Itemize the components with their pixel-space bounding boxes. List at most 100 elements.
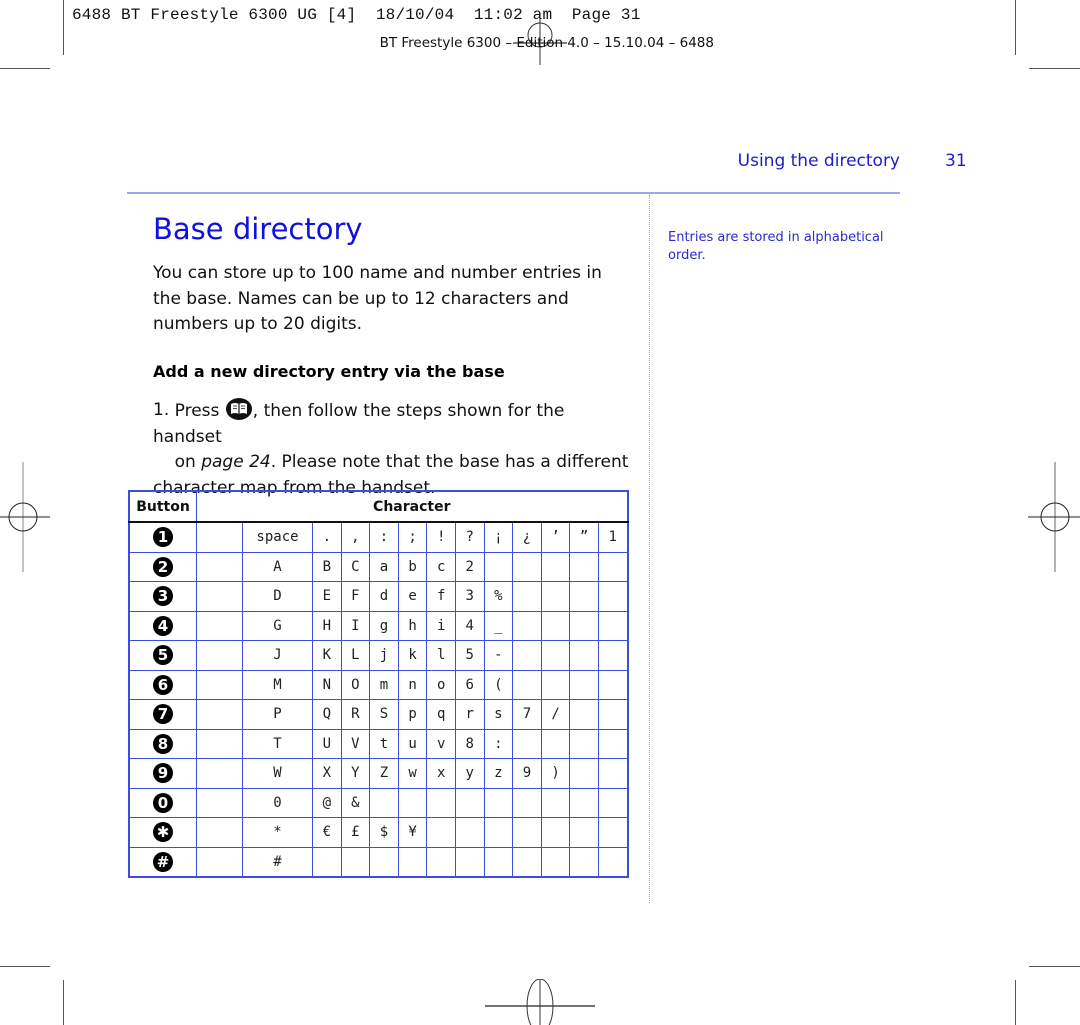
- character-cell: 8: [454, 728, 485, 759]
- print-slug: 6488 BT Freestyle 6300 UG [4] 18/10/04 1…: [72, 6, 641, 24]
- table-row: 2ABCabc2: [128, 551, 629, 582]
- character-cell: /: [540, 699, 571, 730]
- character-cell: 3: [454, 581, 485, 612]
- character-cell: [569, 758, 599, 789]
- character-cell: %: [483, 581, 514, 612]
- character-cell: s: [483, 699, 514, 730]
- character-cell: 6: [454, 669, 485, 700]
- table-row: 3 D E Fd e f 3%: [128, 581, 629, 612]
- character-cell: T: [242, 728, 313, 759]
- key-8-icon: 9: [153, 763, 173, 784]
- key-0-icon: 1: [153, 527, 173, 548]
- step-1: 1. Press , then follow the steps shown f…: [153, 398, 633, 498]
- character-cell: [569, 787, 599, 818]
- character-cell: ,: [340, 521, 371, 553]
- character-cell: M: [242, 669, 313, 700]
- page-reference-link[interactable]: page 24: [201, 452, 271, 472]
- crop-mark: [1029, 68, 1080, 69]
- spacer-cell: [196, 758, 243, 789]
- table-row: 0 0 @ &: [128, 787, 629, 818]
- character-map-table: Button Character 1 space.,:;!? ¡ ¿’” 1 2 A B Ca b…: [128, 490, 629, 878]
- key-cell: 9: [128, 758, 197, 789]
- spacer-cell: [196, 551, 243, 582]
- character-cell: [483, 551, 514, 582]
- character-cell: H: [312, 610, 342, 641]
- character-cell: v: [426, 728, 456, 759]
- character-cell: w: [397, 758, 428, 789]
- character-cell: i: [426, 610, 456, 641]
- character-cell: _: [483, 610, 514, 641]
- crop-mark: [1015, 980, 1016, 1025]
- key-9-icon: 0: [153, 792, 173, 813]
- character-cell: [569, 846, 599, 878]
- character-cell: &: [340, 787, 371, 818]
- character-cell: [597, 728, 629, 759]
- character-cell: z: [483, 758, 514, 789]
- character-cell: Z: [369, 758, 399, 789]
- spacer-cell: [196, 699, 243, 730]
- character-cell: [426, 846, 456, 878]
- character-cell: W: [242, 758, 313, 789]
- character-cell: (: [483, 669, 514, 700]
- spacer-cell: [196, 846, 243, 878]
- character-cell: c: [426, 551, 456, 582]
- character-cell: [512, 669, 542, 700]
- character-cell: ”: [569, 521, 599, 553]
- key-cell: #: [128, 846, 197, 878]
- spacer-cell: [196, 610, 243, 641]
- character-cell: [597, 669, 629, 700]
- character-cell: [569, 817, 599, 848]
- character-cell: g: [369, 610, 399, 641]
- key-3-icon: 4: [153, 615, 173, 636]
- character-cell: X: [312, 758, 342, 789]
- character-cell: space: [242, 521, 313, 553]
- character-cell: L: [340, 640, 371, 671]
- key-1-icon: 2: [153, 556, 173, 577]
- character-cell: p: [397, 699, 428, 730]
- table-row: 7 P Q R Sp q r s 7/: [128, 699, 629, 730]
- step-continuation-prefix: on: [174, 452, 202, 472]
- character-cell: f: [426, 581, 456, 612]
- character-cell: d: [369, 581, 399, 612]
- character-cell: A: [242, 551, 313, 582]
- character-cell: [569, 669, 599, 700]
- character-cell: ¥: [397, 817, 428, 848]
- step-text-before: Press: [174, 401, 225, 421]
- character-cell: [512, 581, 542, 612]
- character-cell: [426, 817, 456, 848]
- character-cell: u: [397, 728, 428, 759]
- table-row: ✱ * € £ $ ¥: [128, 817, 629, 848]
- character-cell: F: [340, 581, 371, 612]
- crop-mark: [0, 966, 50, 967]
- character-cell: o: [426, 669, 456, 700]
- character-cell: -: [483, 640, 514, 671]
- directory-book-icon: [225, 398, 252, 420]
- column-header-character: Character: [195, 490, 629, 523]
- table-row: 5JKLjkl5-: [128, 640, 629, 671]
- character-cell: [540, 581, 571, 612]
- character-cell: [454, 787, 485, 818]
- key-11-icon: #: [153, 851, 173, 872]
- character-cell: t: [369, 728, 399, 759]
- character-cell: x: [426, 758, 456, 789]
- character-cell: [597, 699, 629, 730]
- character-cell: @: [312, 787, 342, 818]
- character-cell: *: [242, 817, 313, 848]
- character-cell: [540, 817, 571, 848]
- table-row: # #: [128, 846, 629, 878]
- character-cell: B: [312, 551, 342, 582]
- character-cell: G: [242, 610, 313, 641]
- character-cell: k: [397, 640, 428, 671]
- intro-paragraph: You can store up to 100 name and number …: [153, 263, 602, 334]
- character-cell: [597, 758, 629, 789]
- key-cell: 5: [128, 640, 197, 671]
- character-cell: [597, 787, 629, 818]
- character-cell: J: [242, 640, 313, 671]
- character-cell: ¡: [483, 521, 514, 553]
- character-cell: ¿: [512, 521, 542, 553]
- character-cell: [597, 846, 629, 878]
- character-cell: .: [312, 521, 342, 553]
- table-row: 6 M N Om n o 6(: [128, 669, 629, 700]
- key-cell: 7: [128, 699, 197, 730]
- character-cell: R: [340, 699, 371, 730]
